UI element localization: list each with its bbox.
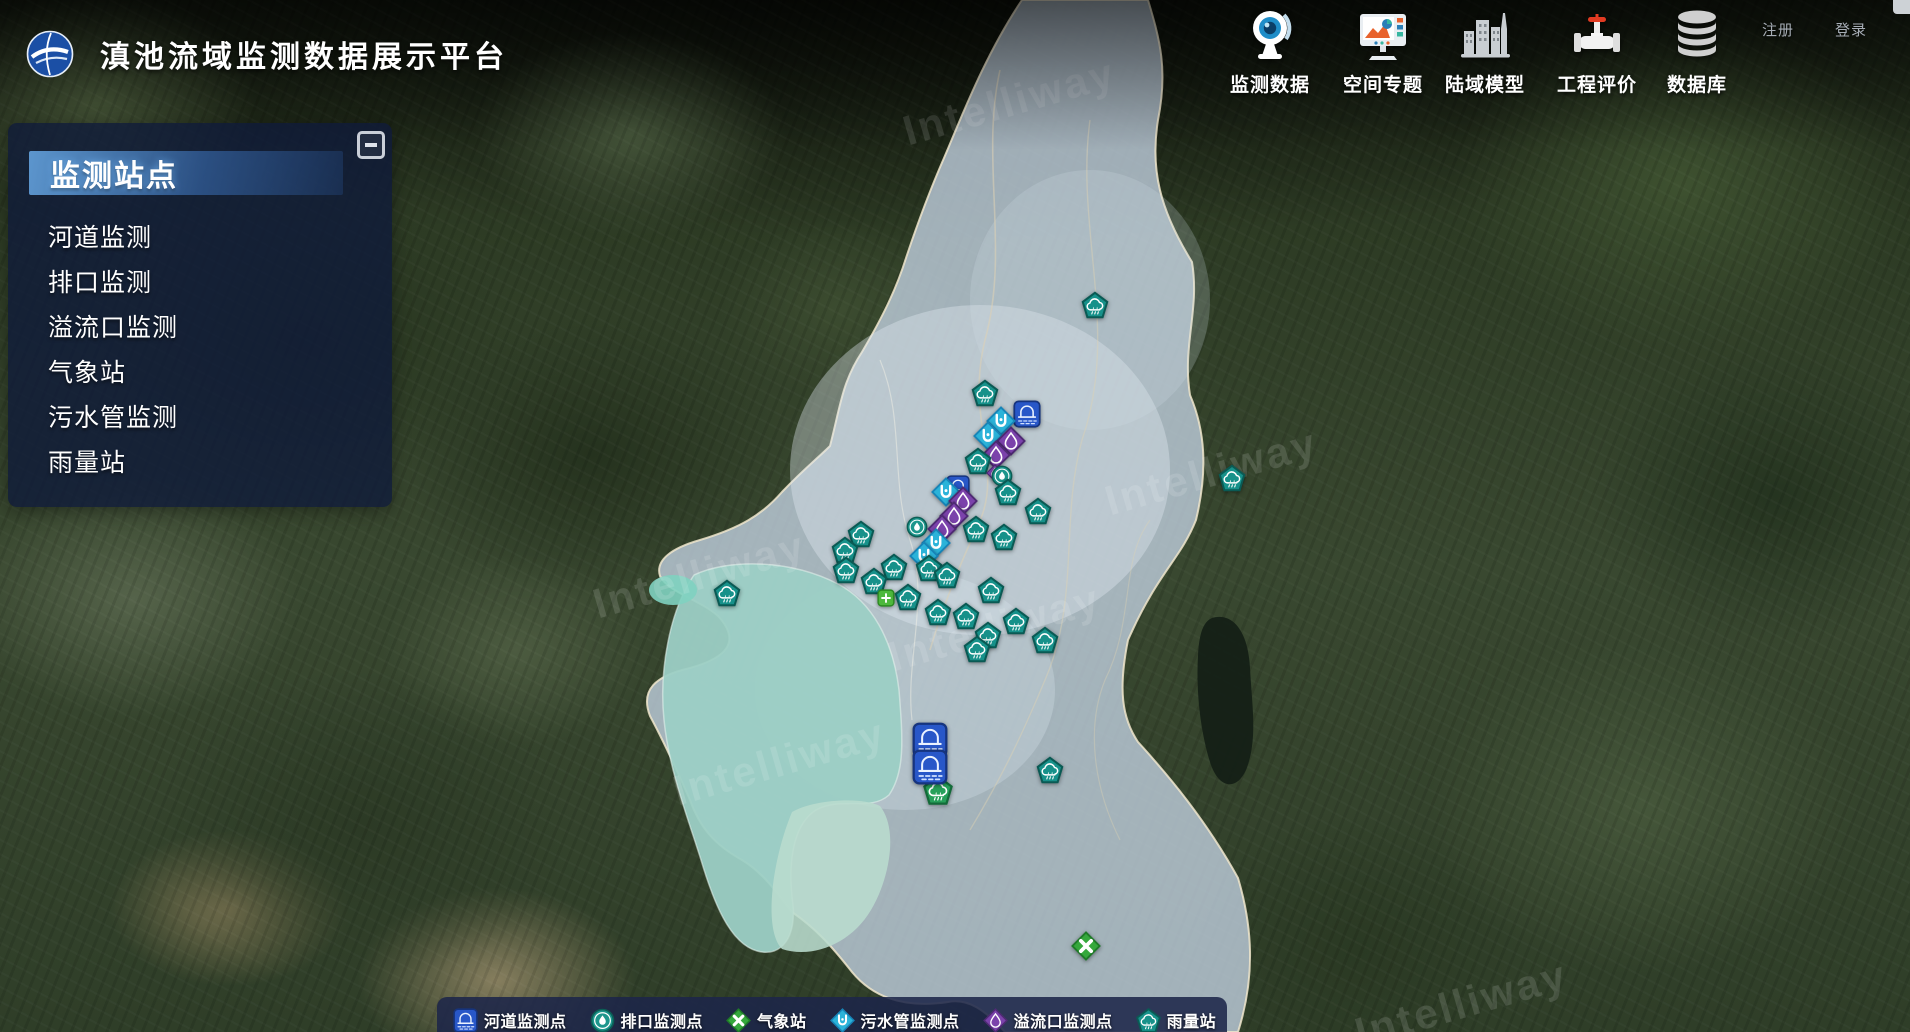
map-canvas[interactable]: IntelliwayIntelliwayIntelliwayIntelliway… xyxy=(0,0,1910,1032)
nav-item-monitoring-data[interactable]: 监测数据 xyxy=(1215,6,1325,97)
map-marker-green-square[interactable] xyxy=(877,589,895,607)
map-marker-rain[interactable] xyxy=(714,580,741,607)
map-marker-river[interactable] xyxy=(1013,400,1041,428)
map-marker-rain[interactable] xyxy=(1025,498,1052,525)
legend-item-weather[interactable]: 气象站 xyxy=(726,1008,807,1032)
legend-item-sewage[interactable]: 污水管监测点 xyxy=(830,1008,960,1032)
monitor-chart-icon xyxy=(1355,6,1411,64)
panel-title-monitoring-stations[interactable]: 监测站点 xyxy=(29,151,343,195)
cross-diamond-icon xyxy=(726,1008,751,1032)
rain-cloud-pentagon-icon xyxy=(1136,1008,1161,1032)
webcam-icon xyxy=(1242,6,1298,64)
map-marker-rain[interactable] xyxy=(991,524,1018,551)
sidebar-item-weather-station[interactable]: 气象站 xyxy=(48,348,372,393)
map-marker-rain[interactable] xyxy=(978,577,1005,604)
buildings-icon xyxy=(1457,6,1513,64)
login-link[interactable]: 登录 xyxy=(1835,19,1867,40)
map-marker-rain[interactable] xyxy=(972,380,999,407)
map-marker-rain[interactable] xyxy=(1082,292,1109,319)
sidebar-item-rain-station[interactable]: 雨量站 xyxy=(48,438,372,483)
top-bar: 滇池流域监测数据展示平台 监测数据 xyxy=(0,0,1910,100)
sidebar-item-sewage-monitoring[interactable]: 污水管监测 xyxy=(48,393,372,438)
pipe-valve-icon xyxy=(1569,6,1625,64)
sidebar-item-river-monitoring[interactable]: 河道监测 xyxy=(48,213,372,258)
register-link[interactable]: 注册 xyxy=(1762,19,1794,40)
map-marker-rain[interactable] xyxy=(895,584,922,611)
scrollbar-thumb[interactable] xyxy=(1893,0,1910,14)
main-nav: 监测数据 空间专题 xyxy=(0,4,1910,100)
map-marker-rain[interactable] xyxy=(963,516,990,543)
bridge-square-icon xyxy=(453,1008,478,1032)
sidebar-item-outlet-monitoring[interactable]: 排口监测 xyxy=(48,258,372,303)
map-marker-river[interactable] xyxy=(912,749,948,785)
monitoring-stations-panel: 监测站点 河道监测 排口监测 溢流口监测 气象站 污水管监测 雨量站 xyxy=(8,123,392,507)
sidebar-item-overflow-monitoring[interactable]: 溢流口监测 xyxy=(48,303,372,348)
database-icon xyxy=(1669,6,1725,64)
map-marker-rain[interactable] xyxy=(995,479,1022,506)
panel-menu: 河道监测 排口监测 溢流口监测 气象站 污水管监测 雨量站 xyxy=(48,213,372,483)
nav-item-spatial-theme[interactable]: 空间专题 xyxy=(1328,6,1438,97)
u-pipe-diamond-icon xyxy=(830,1008,855,1032)
map-marker-rain[interactable] xyxy=(925,599,952,626)
drop-diamond-icon xyxy=(983,1008,1008,1032)
nav-item-project-evaluation[interactable]: 工程评价 xyxy=(1542,6,1652,97)
legend-item-rain[interactable]: 雨量站 xyxy=(1136,1008,1217,1032)
map-marker-rain[interactable] xyxy=(934,562,961,589)
legend-item-outlet[interactable]: 排口监测点 xyxy=(590,1008,704,1032)
legend-item-river[interactable]: 河道监测点 xyxy=(453,1008,567,1032)
map-marker-rain[interactable] xyxy=(964,636,991,663)
map-marker-rain[interactable] xyxy=(1219,465,1246,492)
map-marker-rain[interactable] xyxy=(1003,608,1030,635)
map-marker-rain[interactable] xyxy=(1032,627,1059,654)
map-marker-rain[interactable] xyxy=(1037,757,1064,784)
drop-circle-icon xyxy=(590,1008,615,1032)
map-marker-weather[interactable] xyxy=(1071,931,1101,961)
map-marker-rain[interactable] xyxy=(833,557,860,584)
legend-item-overflow[interactable]: 溢流口监测点 xyxy=(983,1008,1113,1032)
map-legend: 河道监测点 排口监测点 气象站 污水管监测点 溢流口监测点 雨量站 xyxy=(437,997,1227,1032)
nav-item-database[interactable]: 数据库 xyxy=(1642,6,1752,97)
minus-square-icon[interactable] xyxy=(357,131,385,159)
nav-item-land-model[interactable]: 陆域模型 xyxy=(1430,6,1540,97)
